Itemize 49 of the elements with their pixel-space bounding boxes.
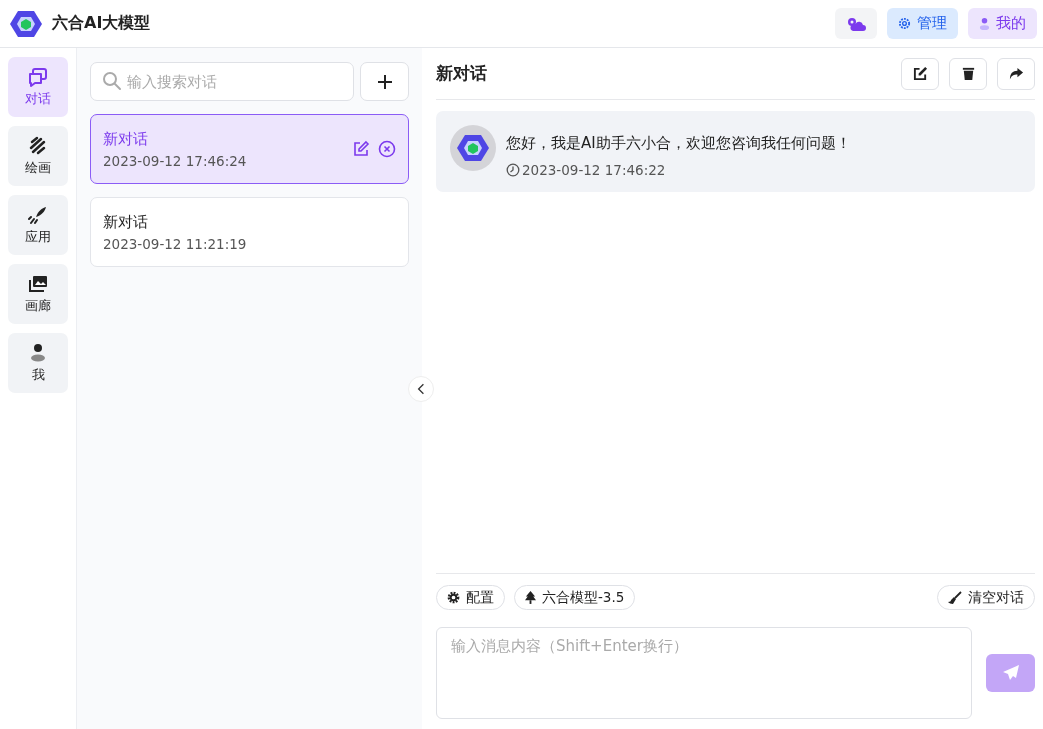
clear-chat-button[interactable]: 清空对话 (937, 585, 1035, 610)
conversation-item[interactable]: 新对话 2023-09-12 17:46:24 (90, 114, 409, 184)
delete-button[interactable] (949, 57, 987, 90)
share-button[interactable] (997, 57, 1035, 90)
search-icon (102, 71, 122, 91)
nav-tab[interactable]: 画廊 (8, 264, 68, 324)
message-text: 您好，我是AI助手六小合，欢迎您咨询我任何问题！ (506, 134, 851, 153)
gear-icon (447, 591, 460, 604)
model-selector[interactable]: 六合模型-3.5 (514, 585, 636, 610)
app-title: 六合AI大模型 (52, 13, 152, 34)
message-input[interactable]: 输入消息内容（Shift+Enter换行） (436, 627, 972, 719)
nav-tab[interactable]: 绘画 (8, 126, 68, 186)
chat-bubbles-icon (28, 66, 48, 87)
conversation-title: 新对话 (103, 212, 149, 232)
broom-icon (948, 590, 962, 605)
edit-button[interactable] (901, 57, 939, 90)
profile-button[interactable]: 我的 (968, 8, 1037, 39)
close-icon[interactable] (378, 140, 396, 158)
share-arrow-icon (1008, 66, 1024, 81)
conversation-title: 新对话 (103, 129, 149, 149)
assistant-avatar (450, 125, 496, 171)
plus-icon (376, 73, 393, 90)
collapse-button[interactable] (408, 376, 434, 402)
chat-title: 新对话 (436, 62, 488, 85)
edit-icon (912, 66, 928, 81)
images-icon (28, 273, 48, 294)
conversation-time: 2023-09-12 11:21:19 (103, 235, 248, 252)
conversation-item[interactable]: 新对话 2023-09-12 11:21:19 (90, 197, 409, 267)
theme-toggle-button[interactable] (835, 8, 877, 39)
user-icon (28, 342, 48, 363)
logo-icon (10, 8, 42, 39)
new-chat-button[interactable] (360, 62, 409, 101)
edit-icon[interactable] (352, 140, 370, 158)
trash-icon (960, 66, 976, 81)
paper-plane-icon (1001, 664, 1020, 682)
nav-tab[interactable]: 对话 (8, 57, 68, 117)
user-icon (979, 17, 990, 30)
clock-icon (506, 163, 520, 177)
message-time: 2023-09-12 17:46:22 (522, 162, 666, 178)
chevron-left-icon (417, 383, 425, 395)
settings-button[interactable]: 配置 (436, 585, 505, 610)
gear-icon (898, 17, 911, 30)
nav-tab[interactable]: 我 (8, 333, 68, 393)
search-field[interactable]: 输入搜索对话 (90, 62, 354, 101)
tree-icon (525, 591, 536, 604)
conversation-time: 2023-09-12 17:46:24 (103, 152, 248, 169)
nav-tab[interactable]: 应用 (8, 195, 68, 255)
admin-button[interactable]: 管理 (887, 8, 958, 39)
gear-cloud-icon (846, 15, 866, 32)
